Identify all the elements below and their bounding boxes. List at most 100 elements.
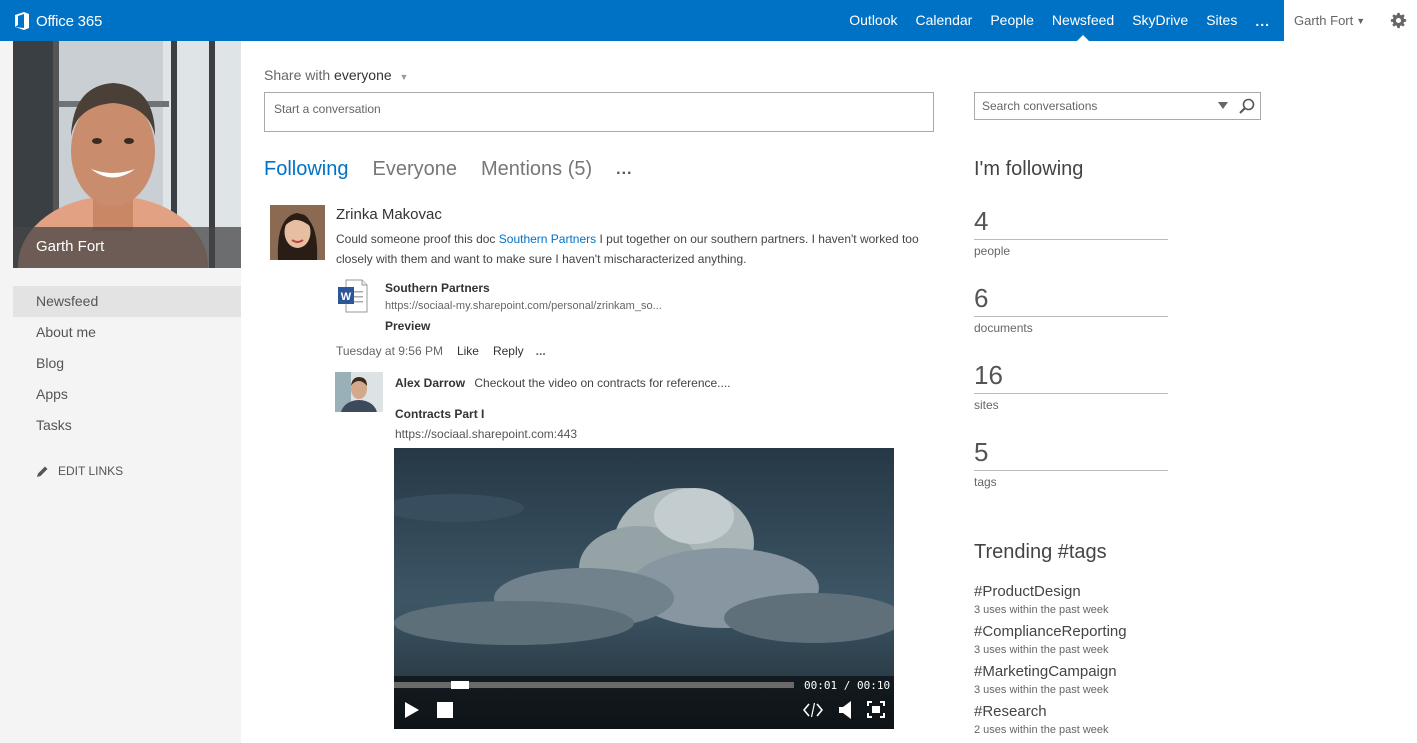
- sidebar-item-blog[interactable]: Blog: [13, 348, 241, 379]
- start-conversation-input[interactable]: Start a conversation: [264, 92, 934, 132]
- attachment-title[interactable]: Southern Partners: [385, 281, 490, 295]
- list-item: #ProductDesign 3 uses within the past we…: [974, 581, 1214, 621]
- play-icon[interactable]: [404, 701, 420, 719]
- sidebar-item-apps[interactable]: Apps: [13, 379, 241, 410]
- nav-skydrive[interactable]: SkyDrive: [1132, 0, 1188, 41]
- attachment-url: https://sociaal-my.sharepoint.com/person…: [385, 300, 662, 312]
- following-heading: I'm following: [974, 158, 1084, 180]
- share-with-selector[interactable]: Share with everyone ▼: [264, 67, 408, 83]
- search-icon[interactable]: [1239, 98, 1255, 114]
- profile-name[interactable]: Garth Fort: [36, 238, 104, 255]
- share-target[interactable]: everyone: [334, 67, 392, 83]
- post-text-before: Could someone proof this doc: [336, 232, 499, 246]
- avatar[interactable]: [270, 205, 325, 260]
- nav-sites[interactable]: Sites: [1206, 0, 1237, 41]
- following-people-stat: 4 people: [974, 205, 1168, 258]
- stop-icon[interactable]: [437, 702, 453, 718]
- following-tags-stat: 5 tags: [974, 436, 1168, 489]
- tag-uses: 2 uses within the past week: [974, 724, 1109, 736]
- search-input[interactable]: [975, 93, 1219, 119]
- stat-value[interactable]: 5: [974, 436, 1168, 468]
- stat-value[interactable]: 16: [974, 359, 1168, 391]
- tag-uses: 3 uses within the past week: [974, 684, 1109, 696]
- stat-label[interactable]: documents: [974, 321, 1168, 335]
- caret-down-icon: ▼: [399, 72, 409, 82]
- word-document-icon[interactable]: W: [338, 279, 368, 313]
- video-title[interactable]: Contracts Part I: [395, 407, 484, 421]
- following-sites-stat: 16 sites: [974, 359, 1168, 412]
- list-item: #MarketingCampaign 3 uses within the pas…: [974, 661, 1214, 701]
- list-item: #Research 2 uses within the past week: [974, 701, 1214, 741]
- video-player[interactable]: 00:01 / 00:10: [394, 448, 894, 729]
- user-menu-button[interactable]: Garth Fort: [1294, 13, 1353, 28]
- post-meta: Tuesday at 9:56 PM Like Reply ...: [336, 344, 546, 358]
- pencil-icon: [37, 466, 48, 477]
- stat-label[interactable]: people: [974, 244, 1168, 258]
- post-author[interactable]: Zrinka Makovac: [336, 206, 442, 223]
- gear-icon[interactable]: [1390, 12, 1407, 29]
- fullscreen-icon[interactable]: [867, 701, 885, 718]
- list-item: #ComplianceReporting 3 uses within the p…: [974, 621, 1214, 661]
- caret-down-icon: ▼: [1356, 15, 1366, 26]
- edit-links-button[interactable]: EDIT LINKS: [36, 464, 123, 478]
- nav-people[interactable]: People: [990, 0, 1034, 41]
- top-nav: Outlook Calendar People Newsfeed SkyDriv…: [831, 0, 1270, 41]
- suite-bar: Office 365 Outlook Calendar People Newsf…: [0, 0, 1417, 41]
- video-controls: 00:01 / 00:10: [394, 676, 894, 729]
- divider: [974, 316, 1168, 317]
- nav-calendar[interactable]: Calendar: [916, 0, 973, 41]
- attachment-preview-link[interactable]: Preview: [385, 319, 430, 333]
- sidebar-item-newsfeed[interactable]: Newsfeed: [13, 286, 241, 317]
- post-more-button[interactable]: ...: [536, 344, 546, 358]
- post-doc-link[interactable]: Southern Partners: [499, 232, 596, 246]
- search-conversations: [974, 92, 1261, 120]
- divider: [974, 239, 1168, 240]
- reply-author[interactable]: Alex Darrow: [395, 376, 465, 390]
- tag-link[interactable]: #Research: [974, 701, 1214, 722]
- svg-text:W: W: [341, 291, 352, 303]
- user-area: Garth Fort ▼: [1284, 0, 1417, 41]
- profile-name-bar: Garth Fort: [13, 227, 241, 268]
- post-timestamp[interactable]: Tuesday at 9:56 PM: [336, 344, 443, 358]
- tag-link[interactable]: #ComplianceReporting: [974, 621, 1214, 642]
- sidebar-item-about-me[interactable]: About me: [13, 317, 241, 348]
- following-documents-stat: 6 documents: [974, 282, 1168, 335]
- sidebar-item-tasks[interactable]: Tasks: [13, 410, 241, 441]
- stat-label[interactable]: sites: [974, 398, 1168, 412]
- compose-placeholder: Start a conversation: [274, 102, 381, 116]
- office365-logo[interactable]: Office 365: [14, 10, 102, 32]
- avatar-image: [270, 205, 325, 260]
- video-url: https://sociaal.sharepoint.com:443: [395, 427, 578, 441]
- video-seek-thumb[interactable]: [451, 681, 469, 689]
- nav-newsfeed[interactable]: Newsfeed: [1052, 0, 1114, 41]
- embed-code-icon[interactable]: [803, 702, 823, 718]
- nav-more-button[interactable]: ...: [1255, 13, 1270, 29]
- volume-icon[interactable]: [839, 701, 853, 719]
- tag-link[interactable]: #ProductDesign: [974, 581, 1214, 602]
- post-body: Could someone proof this doc Southern Pa…: [336, 229, 926, 269]
- left-column: Garth Fort Newsfeed About me Blog Apps T…: [0, 41, 241, 743]
- stat-label[interactable]: tags: [974, 475, 1168, 489]
- brand-name: Office 365: [36, 12, 103, 30]
- tabs-more-button[interactable]: ...: [616, 161, 632, 179]
- tab-following[interactable]: Following: [264, 158, 348, 181]
- share-prefix: Share with: [264, 67, 331, 83]
- tag-uses: 3 uses within the past week: [974, 604, 1109, 616]
- trending-tag-list: #ProductDesign 3 uses within the past we…: [974, 581, 1214, 741]
- avatar[interactable]: [335, 372, 383, 412]
- trending-heading: Trending #tags: [974, 541, 1107, 563]
- video-seek-bar[interactable]: [394, 681, 794, 689]
- quick-launch: Newsfeed About me Blog Apps Tasks: [13, 286, 241, 441]
- stat-value[interactable]: 4: [974, 205, 1168, 237]
- caret-down-icon[interactable]: [1218, 102, 1228, 109]
- like-button[interactable]: Like: [457, 344, 479, 358]
- nav-outlook[interactable]: Outlook: [849, 0, 897, 41]
- tag-link[interactable]: #MarketingCampaign: [974, 661, 1214, 682]
- reply-button[interactable]: Reply: [493, 344, 524, 358]
- divider: [974, 470, 1168, 471]
- reply-avatar-image: [335, 372, 383, 412]
- tab-mentions[interactable]: Mentions (5): [481, 158, 592, 181]
- video-time: 00:01 / 00:10: [804, 679, 891, 692]
- tab-everyone[interactable]: Everyone: [372, 158, 457, 181]
- stat-value[interactable]: 6: [974, 282, 1168, 314]
